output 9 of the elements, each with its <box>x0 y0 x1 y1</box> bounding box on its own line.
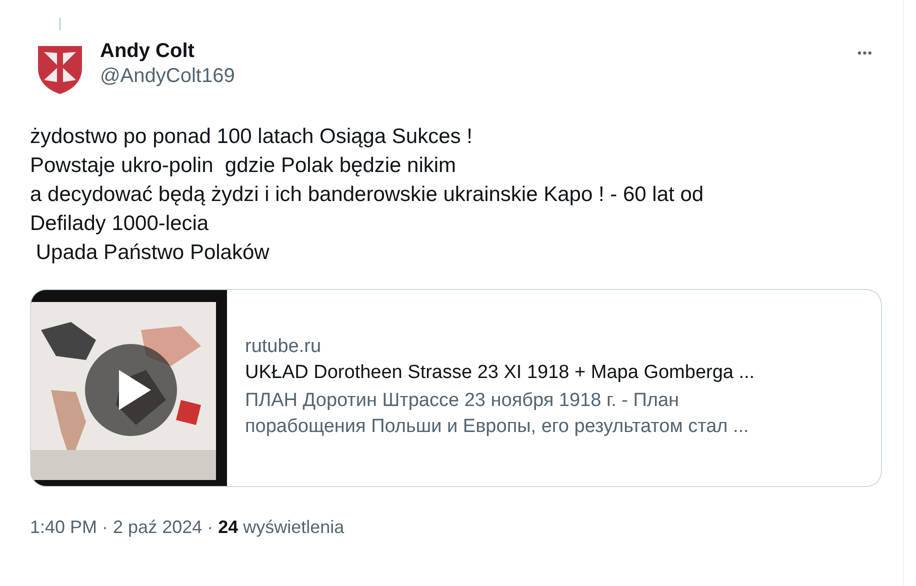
post-meta: 1:40 PM · 2 paź 2024 · 24 wyświetlenia <box>30 517 346 538</box>
author-handle[interactable]: @AndyColt169 <box>100 65 838 88</box>
link-description: ПЛАН Доротин Штрассе 23 ноября 1918 г. - План порабощения Польши и Европы, его результатом стал ... <box>245 389 750 439</box>
link-domain: rutube.ru <box>245 336 322 358</box>
more-button[interactable]: ••• <box>853 42 877 64</box>
link-card[interactable]: rutube.ru UKŁAD Dorotheen Strasse 23 XI 1918 + Mapa Gomberga ... ПЛАН Доротин Штрассе 23 ноября 1918 г. - План порабощения Польши и Европы, его результатом стал ... <box>30 289 882 487</box>
link-title: UKŁAD Dorotheen Strasse 23 XI 1918 + Mapa Gomberga ... <box>245 362 755 384</box>
author-name[interactable]: Andy Colt <box>100 40 838 63</box>
post-text: żydostwo po ponad 100 latach Osiąga Sukces ! Powstaje ukro-polin gdzie Polak będzie nikim a decydować będą żydzi i ich banderowskie ukrainskie Kapo ! - 60 lat od Defilady 1000-lecia Upada Państwo Polaków <box>30 124 705 266</box>
